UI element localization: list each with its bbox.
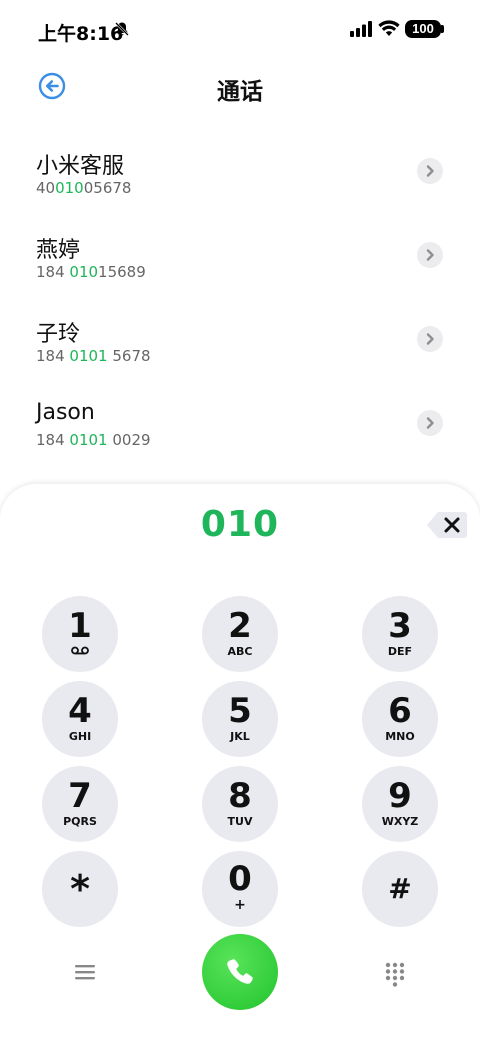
dial-input-display[interactable]: 010 — [0, 504, 480, 545]
key-2[interactable]: 2 ABC — [202, 596, 278, 672]
key-digit: 8 — [228, 776, 252, 816]
key-digit: 4 — [68, 691, 92, 731]
matched-digits: 010 — [69, 263, 99, 281]
key-8[interactable]: 8 TUV — [202, 766, 278, 842]
contact-row[interactable]: 小米客服 4001005678 — [0, 140, 480, 224]
contact-detail-button[interactable] — [417, 410, 443, 436]
phone-icon — [227, 959, 253, 984]
contact-row[interactable]: 燕婷 184 01015689 — [0, 224, 480, 308]
key-4[interactable]: 4 GHI — [42, 681, 118, 757]
key-digit: # — [388, 872, 412, 905]
key-digit: * — [70, 867, 90, 911]
menu-icon[interactable] — [74, 962, 96, 982]
key-letters: MNO — [385, 730, 415, 743]
contact-detail-button[interactable] — [417, 158, 443, 184]
contact-number: 184 01015689 — [36, 263, 146, 281]
key-star[interactable]: * — [42, 851, 118, 927]
key-0[interactable]: 0 + — [202, 851, 278, 927]
key-3[interactable]: 3 DEF — [362, 596, 438, 672]
matched-digits: 0101 — [69, 347, 108, 365]
key-hash[interactable]: # — [362, 851, 438, 927]
key-digit: 1 — [68, 606, 92, 646]
contact-number: 184 0101 0029 — [36, 431, 151, 449]
key-digit: 5 — [228, 691, 252, 731]
key-digit: 7 — [68, 776, 92, 816]
contact-detail-button[interactable] — [417, 326, 443, 352]
key-7[interactable]: 7 PQRS — [42, 766, 118, 842]
key-letters: GHI — [68, 730, 92, 743]
key-9[interactable]: 9 WXYZ — [362, 766, 438, 842]
key-letters: + — [234, 897, 246, 913]
key-letters: TUV — [227, 815, 253, 828]
status-time: 上午8:16 — [38, 23, 124, 45]
contact-name: 燕婷 — [36, 238, 81, 263]
contact-name: 小米客服 — [36, 154, 125, 179]
contact-number: 4001005678 — [36, 179, 132, 197]
backspace-icon[interactable] — [426, 510, 468, 540]
contact-name: Jason — [36, 400, 95, 425]
keypad-icon[interactable] — [384, 962, 406, 988]
matched-digits: 0101 — [69, 431, 108, 449]
key-letters: PQRS — [63, 815, 97, 828]
key-digit: 2 — [228, 606, 252, 646]
mute-bell-icon — [115, 22, 129, 36]
chevron-right-icon — [426, 333, 434, 345]
key-digit: 9 — [388, 776, 412, 816]
key-6[interactable]: 6 MNO — [362, 681, 438, 757]
chevron-right-icon — [426, 417, 434, 429]
key-digit: 0 — [228, 859, 252, 899]
battery-cap — [441, 25, 444, 33]
key-letters: JKL — [230, 730, 250, 743]
key-1[interactable]: 1 — [42, 596, 118, 672]
voicemail-icon — [71, 646, 89, 655]
chevron-right-icon — [426, 165, 434, 177]
contact-detail-button[interactable] — [417, 242, 443, 268]
key-letters: ABC — [227, 645, 253, 658]
key-5[interactable]: 5 JKL — [202, 681, 278, 757]
contact-row[interactable]: Jason 184 0101 0029 — [0, 392, 480, 476]
key-letters: WXYZ — [381, 815, 419, 828]
key-digit: 3 — [388, 606, 412, 646]
key-digit: 6 — [388, 691, 412, 731]
contact-row[interactable]: 子玲 184 0101 5678 — [0, 308, 480, 392]
status-bar: 上午8:16 100 — [0, 0, 480, 60]
matched-digits: 010 — [55, 179, 84, 197]
battery-icon: 100 — [405, 20, 441, 38]
wifi-icon — [378, 20, 400, 36]
call-button[interactable] — [202, 934, 278, 1010]
page-title: 通话 — [217, 79, 263, 105]
signal-icon — [350, 21, 372, 37]
chevron-right-icon — [426, 249, 434, 261]
contact-list: 小米客服 4001005678 燕婷 184 01015689 子玲 184 0… — [0, 140, 480, 476]
key-letters: DEF — [387, 645, 413, 658]
contact-name: 子玲 — [36, 322, 81, 347]
contact-number: 184 0101 5678 — [36, 347, 151, 365]
